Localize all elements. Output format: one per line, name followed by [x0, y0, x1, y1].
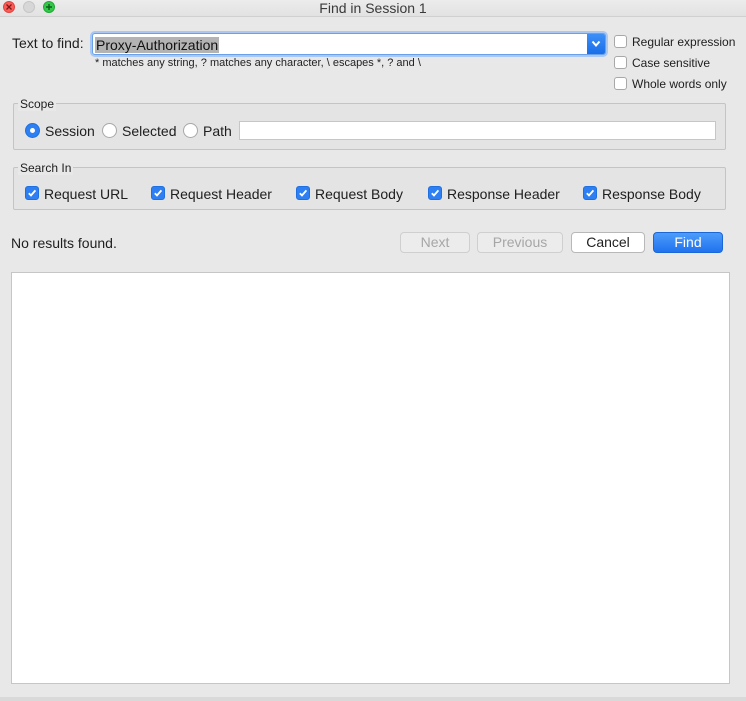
request-url-checkbox[interactable]: [25, 186, 39, 200]
window-bottom-edge: [0, 697, 746, 701]
request-body-checkbox[interactable]: [296, 186, 310, 200]
scope-selected-radio[interactable]: [102, 123, 117, 138]
regular-expression-checkbox[interactable]: [614, 35, 627, 48]
text-to-find-combobox[interactable]: Proxy-Authorization: [92, 33, 606, 55]
scope-group-title: Scope: [18, 97, 57, 111]
text-to-find-label: Text to find:: [12, 35, 84, 51]
find-button[interactable]: Find: [653, 232, 723, 253]
response-body-label[interactable]: Response Body: [602, 186, 701, 202]
scope-session-label[interactable]: Session: [45, 123, 95, 139]
checkmark-icon: [586, 189, 595, 197]
case-sensitive-label: Case sensitive: [632, 56, 711, 70]
scope-path-radio[interactable]: [183, 123, 198, 138]
request-body-label[interactable]: Request Body: [315, 186, 403, 202]
results-list[interactable]: [11, 272, 730, 684]
scope-selected-label[interactable]: Selected: [122, 123, 176, 139]
checkmark-icon: [299, 189, 308, 197]
window-title: Find in Session 1: [319, 0, 427, 16]
scope-session-radio[interactable]: [25, 123, 40, 138]
history-dropdown-button[interactable]: [587, 34, 605, 54]
scope-path-label[interactable]: Path: [203, 123, 232, 139]
status-text: No results found.: [11, 235, 117, 251]
next-button[interactable]: Next: [400, 232, 470, 253]
request-header-label[interactable]: Request Header: [170, 186, 272, 202]
case-sensitive-checkbox[interactable]: [614, 56, 627, 69]
path-input[interactable]: [239, 121, 716, 140]
regular-expression-label: Regular expression: [632, 35, 736, 49]
whole-words-checkbox[interactable]: [614, 77, 627, 90]
request-url-label[interactable]: Request URL: [44, 186, 128, 202]
response-body-checkbox[interactable]: [583, 186, 597, 200]
request-header-checkbox[interactable]: [151, 186, 165, 200]
checkmark-icon: [154, 189, 163, 197]
checkmark-icon: [28, 189, 37, 197]
wildcard-hint: * matches any string, ? matches any char…: [95, 57, 421, 69]
cancel-button[interactable]: Cancel: [571, 232, 645, 253]
whole-words-label: Whole words only: [632, 77, 727, 91]
checkmark-icon: [431, 189, 440, 197]
response-header-checkbox[interactable]: [428, 186, 442, 200]
chevron-down-icon: [591, 40, 601, 48]
text-to-find-value[interactable]: Proxy-Authorization: [95, 37, 220, 53]
response-header-label[interactable]: Response Header: [447, 186, 560, 202]
title-bar: Find in Session 1: [0, 0, 746, 17]
previous-button[interactable]: Previous: [477, 232, 563, 253]
search-in-group-title: Search In: [18, 161, 74, 175]
